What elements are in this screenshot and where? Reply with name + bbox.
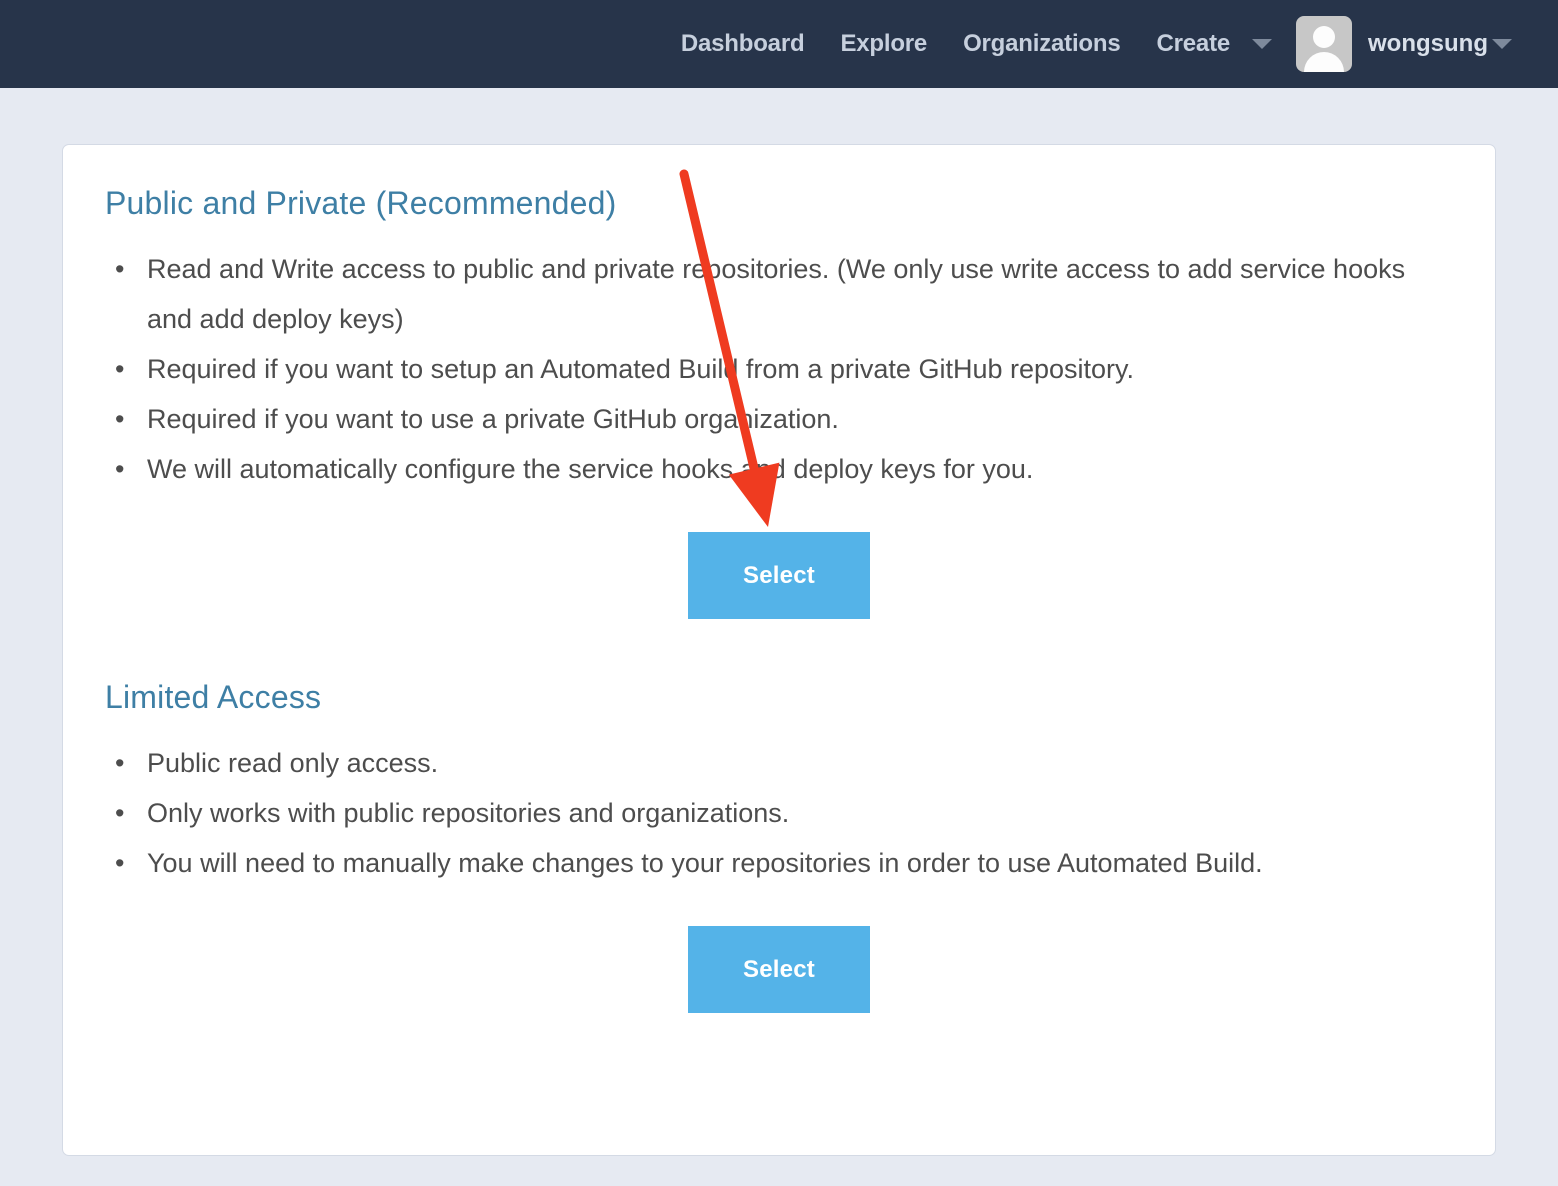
list-item: Required if you want to use a private Gi… (105, 394, 1453, 444)
list-item: We will automatically configure the serv… (105, 444, 1453, 494)
select-button-limited-access[interactable]: Select (688, 926, 870, 1013)
bullet-list-public-private: Read and Write access to public and priv… (105, 244, 1453, 494)
avatar-body-shape (1304, 52, 1345, 72)
nav-link-explore[interactable]: Explore (822, 0, 945, 88)
nav-link-dashboard[interactable]: Dashboard (663, 0, 823, 88)
card-content: Public and Private (Recommended) Read an… (63, 145, 1495, 1013)
list-item: Read and Write access to public and priv… (105, 244, 1453, 344)
user-chevron-down-icon (1492, 39, 1512, 49)
nav-menu-create[interactable]: Create (1139, 0, 1289, 88)
list-item: Only works with public repositories and … (105, 788, 1453, 838)
user-avatar-icon (1296, 16, 1353, 72)
username-label: wongsung (1368, 30, 1488, 57)
select-button-public-private[interactable]: Select (688, 532, 870, 619)
avatar-head-shape (1313, 26, 1336, 48)
list-item: You will need to manually make changes t… (105, 838, 1453, 888)
section-title-public-private: Public and Private (Recommended) (105, 185, 617, 221)
section-title-limited-access: Limited Access (105, 679, 322, 715)
nav-link-organizations[interactable]: Organizations (945, 0, 1138, 88)
select-button-row-public-private: Select (105, 532, 1453, 619)
main-nav: Dashboard Explore Organizations Create w… (663, 0, 1522, 88)
top-navigation-bar: Dashboard Explore Organizations Create w… (0, 0, 1558, 88)
list-item: Public read only access. (105, 738, 1453, 788)
chevron-down-icon (1252, 39, 1273, 49)
user-menu[interactable]: wongsung (1288, 16, 1522, 72)
bullet-list-limited-access: Public read only access. Only works with… (105, 738, 1453, 888)
select-button-row-limited-access: Select (105, 926, 1453, 1013)
list-item: Required if you want to setup an Automat… (105, 344, 1453, 394)
access-level-card: Public and Private (Recommended) Read an… (62, 144, 1496, 1156)
nav-link-create[interactable]: Create (1139, 0, 1249, 88)
